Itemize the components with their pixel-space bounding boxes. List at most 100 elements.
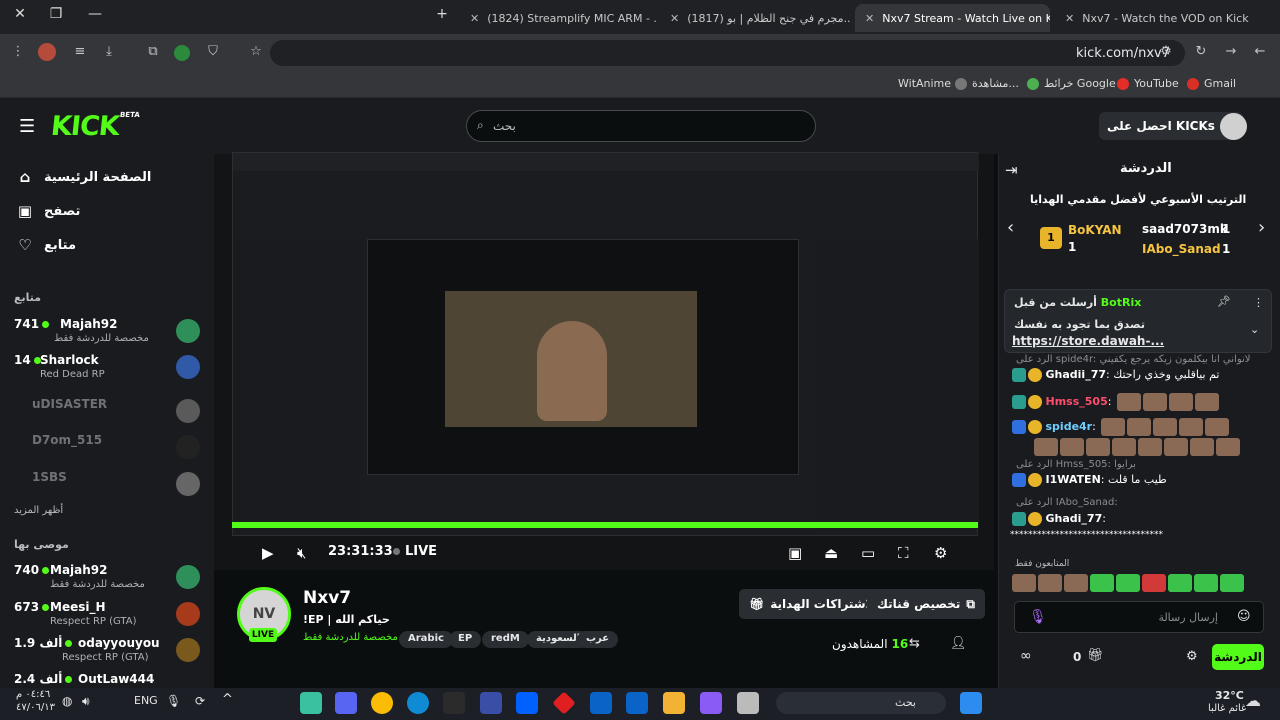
menu-dots-icon[interactable]: ⋮ bbox=[8, 44, 28, 59]
weather-temp[interactable]: 32°C bbox=[1215, 689, 1244, 702]
language-indicator[interactable]: ENG bbox=[134, 694, 158, 707]
bookmark-watch[interactable]: مشاهدة... bbox=[955, 77, 1019, 90]
play-icon[interactable]: ▶ bbox=[262, 544, 274, 562]
infinity-points-icon[interactable]: ∞ bbox=[1020, 648, 1032, 664]
share-icon[interactable]: ⇆ bbox=[909, 636, 920, 651]
stream-tag[interactable]: عرب bbox=[577, 631, 619, 648]
chat-username[interactable]: Ghadi_77 bbox=[1046, 512, 1103, 525]
chevron-left-icon[interactable]: ‹ bbox=[1007, 217, 1014, 238]
tab-close-icon[interactable]: ✕ bbox=[1065, 12, 1074, 25]
chat-username[interactable]: spide4r bbox=[1046, 420, 1093, 433]
profile-avatar-icon[interactable] bbox=[38, 43, 56, 61]
chrome-icon[interactable] bbox=[371, 692, 393, 714]
bookmark-maps[interactable]: خرائط Google bbox=[1027, 77, 1116, 90]
reload-icon[interactable]: ↻ bbox=[1191, 44, 1211, 59]
file-explorer-icon[interactable] bbox=[663, 692, 685, 714]
chat-message[interactable]: spide4r: bbox=[1010, 418, 1266, 436]
taskbar-search[interactable]: بحث bbox=[776, 692, 946, 714]
recommended-channel[interactable]: 1.9 ألف odayyouyou Respect RP (GTA) bbox=[14, 634, 200, 674]
app-icon[interactable] bbox=[480, 692, 502, 714]
emoji-icon[interactable]: ☺ bbox=[1237, 609, 1251, 624]
bookmark-star-icon[interactable]: ☆ bbox=[246, 44, 266, 59]
following-channel-offline[interactable]: 1SBS bbox=[14, 468, 200, 508]
network-icon[interactable]: ◍ bbox=[62, 694, 72, 708]
bookmark-gmail[interactable]: Gmail bbox=[1187, 77, 1236, 90]
hamburger-menu-icon[interactable]: ☰ bbox=[19, 116, 35, 137]
mute-icon[interactable]: 🔇︎ bbox=[297, 544, 306, 562]
pinned-link[interactable]: https://store.dawah-... bbox=[1012, 334, 1164, 348]
bookmark-youtube[interactable]: YouTube bbox=[1117, 77, 1179, 90]
extensions-icon[interactable]: ⧉ bbox=[143, 44, 163, 59]
shield-icon[interactable]: ⛉ bbox=[203, 44, 223, 59]
tab-close-icon[interactable]: ✕ bbox=[470, 12, 479, 25]
clip-icon[interactable]: ⏏ bbox=[824, 544, 838, 562]
chat-input[interactable]: إرسال رسالة bbox=[1014, 601, 1264, 633]
customize-channel-button[interactable]: تخصيص قناتك ⧉ bbox=[867, 589, 985, 619]
follow-user-icon[interactable]: 👤︎ bbox=[950, 636, 967, 651]
chat-message[interactable]: Ghadi_77: bbox=[1010, 512, 1266, 526]
pip-icon[interactable]: ▣ bbox=[788, 544, 802, 562]
windows-start-icon[interactable] bbox=[960, 692, 982, 714]
leader-name[interactable]: saad7073mk bbox=[1142, 222, 1228, 236]
discord-icon[interactable] bbox=[335, 692, 357, 714]
nav-browse[interactable]: ▣ تصفح bbox=[16, 202, 81, 220]
chevron-up-icon[interactable]: ^ bbox=[222, 692, 233, 707]
settings-gear-icon[interactable]: ⚙ bbox=[934, 544, 947, 562]
fullscreen-icon[interactable]: ⛶ bbox=[898, 544, 909, 562]
following-channel[interactable]: 741 Majah92 مخصصة للدردشة فقط bbox=[14, 315, 200, 355]
search-input[interactable]: ⌕ بحث bbox=[466, 110, 816, 142]
following-channel[interactable]: 14 Sharlock Red Dead RP bbox=[14, 351, 200, 391]
epic-games-icon[interactable] bbox=[443, 692, 465, 714]
chat-message[interactable]: Ghadii_77: تم بياقلبي وخذي راحتك bbox=[1010, 368, 1266, 382]
pin-icon[interactable]: 📌︎ bbox=[1217, 295, 1231, 308]
recommended-channel[interactable]: 2.4 ألف OutLaw444 bbox=[14, 670, 200, 688]
tab-youtube-2[interactable]: ✕ (1817) مجرم في جنح الظلام | بو... bbox=[660, 4, 850, 32]
minimize-window-icon[interactable]: — bbox=[83, 6, 107, 22]
chat-username[interactable]: Ghadii_77 bbox=[1046, 368, 1107, 381]
tab-kick-vod[interactable]: ✕ Nxv7 - Watch the VOD on Kick bbox=[1055, 4, 1250, 32]
collapse-chat-icon[interactable]: ⇥ bbox=[1005, 161, 1018, 179]
leader-name[interactable]: BoKYAN bbox=[1068, 223, 1122, 237]
stream-category[interactable]: مخصصة للدردشة فقط bbox=[303, 632, 398, 643]
nav-following[interactable]: ♡ متابع bbox=[16, 236, 76, 254]
close-window-icon[interactable]: ✕ bbox=[8, 6, 32, 22]
extension-badge-icon[interactable] bbox=[174, 45, 190, 61]
media-queue-icon[interactable]: ≡ bbox=[70, 44, 90, 59]
show-more-link[interactable]: أظهر المزيد bbox=[14, 505, 63, 516]
new-tab-icon[interactable]: + bbox=[430, 6, 454, 22]
chat-send-button[interactable]: الدردشة bbox=[1212, 644, 1264, 670]
download-icon[interactable]: ⤓ bbox=[99, 44, 119, 59]
chat-settings-icon[interactable]: ⚙ bbox=[1186, 649, 1198, 664]
pinned-username[interactable]: BotRix bbox=[1101, 296, 1142, 309]
stream-tag[interactable]: EP bbox=[449, 631, 482, 648]
following-channel-offline[interactable]: D7om_515 bbox=[14, 431, 200, 471]
dropbox-icon[interactable] bbox=[516, 692, 538, 714]
app-icon[interactable] bbox=[300, 692, 322, 714]
emote-bar[interactable] bbox=[1010, 574, 1266, 592]
chevron-down-icon[interactable]: ⌄ bbox=[1250, 323, 1259, 336]
chat-username[interactable]: Hmss_505 bbox=[1046, 395, 1108, 408]
store-icon[interactable] bbox=[626, 692, 648, 714]
nav-home[interactable]: ⌂ الصفحة الرئيسية bbox=[16, 168, 152, 186]
stream-tag[interactable]: Arabic bbox=[399, 631, 453, 648]
app-icon[interactable] bbox=[737, 692, 759, 714]
edge-icon[interactable] bbox=[407, 692, 429, 714]
chevron-right-icon[interactable]: › bbox=[1258, 217, 1265, 238]
microphone-icon[interactable]: 🎙︎ bbox=[1029, 609, 1047, 625]
theater-mode-icon[interactable]: ▭ bbox=[861, 544, 875, 562]
leader-name[interactable]: IAbo_Sanad bbox=[1142, 242, 1221, 256]
back-icon[interactable]: ← bbox=[1250, 44, 1270, 59]
clock-time[interactable]: ٠٤:٤٦ م bbox=[16, 689, 50, 700]
url-bar[interactable] bbox=[270, 40, 1185, 66]
progress-bar[interactable] bbox=[232, 522, 978, 528]
user-avatar[interactable] bbox=[1220, 113, 1247, 140]
gift-icon[interactable]: 🎁︎ bbox=[1087, 648, 1104, 663]
tab-kick-live[interactable]: ✕ Nxv7 Stream - Watch Live on Ki bbox=[855, 4, 1050, 32]
outlook-icon[interactable] bbox=[590, 692, 612, 714]
following-channel-offline[interactable]: uDISASTER bbox=[14, 395, 200, 435]
forward-icon[interactable]: → bbox=[1221, 44, 1241, 59]
copilot-icon[interactable] bbox=[700, 692, 722, 714]
more-options-icon[interactable]: ⋮ bbox=[1253, 296, 1264, 309]
sync-tray-icon[interactable]: ⟳ bbox=[195, 694, 205, 708]
chat-message[interactable]: I1WATEN: طيب ما قلت bbox=[1010, 473, 1266, 487]
